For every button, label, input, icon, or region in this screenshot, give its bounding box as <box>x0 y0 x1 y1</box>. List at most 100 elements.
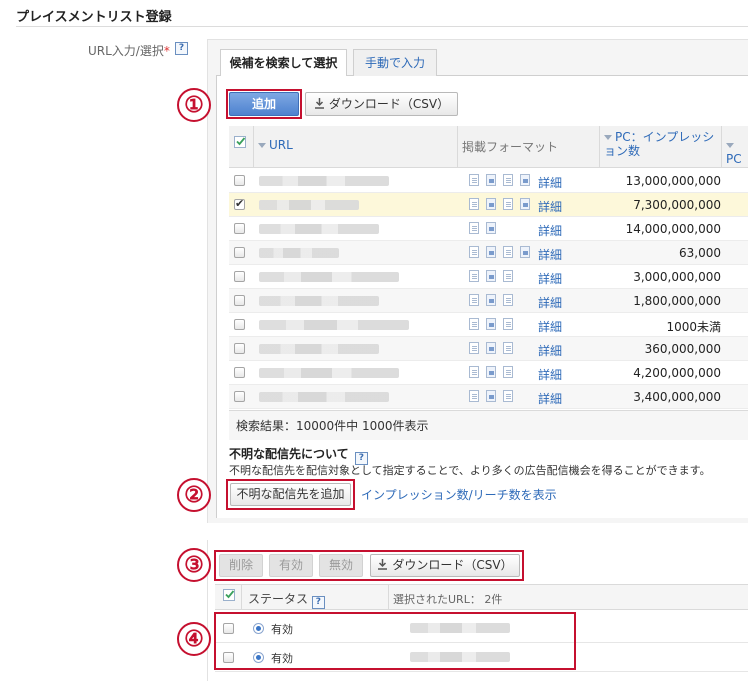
status-column-label: ステータス <box>248 592 309 606</box>
sort-icon <box>604 135 612 140</box>
format-icon <box>469 390 479 402</box>
enable-button[interactable]: 有効 <box>269 554 313 577</box>
format-icon <box>469 318 479 330</box>
impressions-value: 1000未満 <box>666 320 721 334</box>
column-pc-impressions[interactable]: PC：インプレッシ ョン数 <box>604 130 714 158</box>
row-checkbox[interactable] <box>234 197 245 210</box>
annotation-number-4: ④ <box>177 622 211 656</box>
format-icon <box>520 174 530 186</box>
column-pc-impressions-line2: ョン数 <box>604 144 641 158</box>
page-title: プレイスメントリスト登録 <box>16 10 172 25</box>
format-icon <box>486 390 496 402</box>
table-row[interactable]: 詳細 360,000,000 <box>229 337 748 361</box>
row-checkbox[interactable] <box>234 247 245 258</box>
table-row[interactable]: 詳細 4,200,000,000 <box>229 361 748 385</box>
help-icon[interactable]: ? <box>311 596 325 609</box>
format-icon <box>503 174 513 186</box>
detail-link[interactable]: 詳細 <box>538 246 562 263</box>
detail-link[interactable]: 詳細 <box>538 294 562 311</box>
download-csv-label: ダウンロード（CSV） <box>328 97 450 111</box>
title-divider <box>16 26 748 27</box>
add-unknown-placements-button[interactable]: 不明な配信先を追加 <box>230 483 351 506</box>
annotation-number-1: ① <box>177 88 211 122</box>
row-checkbox[interactable] <box>234 343 245 354</box>
table-row[interactable]: 詳細 7,300,000,000 <box>229 193 748 217</box>
column-format: 掲載フォーマット <box>462 140 559 154</box>
url-redacted <box>259 272 399 282</box>
annotation-number-3: ③ <box>177 548 211 582</box>
detail-link[interactable]: 詳細 <box>538 318 562 335</box>
detail-link[interactable]: 詳細 <box>538 270 562 287</box>
help-icon[interactable]: ? <box>175 42 188 55</box>
show-impressions-reach-link[interactable]: インプレッション数/リーチ数を表示 <box>361 486 557 503</box>
download-icon <box>377 559 388 570</box>
selected-download-csv-label: ダウンロード（CSV） <box>392 558 513 572</box>
format-icon <box>503 390 513 402</box>
impressions-value: 3,000,000,000 <box>633 270 721 284</box>
table-row[interactable]: 詳細 3,000,000,000 <box>229 265 748 289</box>
url-redacted <box>259 176 389 186</box>
impressions-value: 4,200,000,000 <box>633 366 721 380</box>
selected-download-csv-button[interactable]: ダウンロード（CSV） <box>370 554 520 577</box>
table-row[interactable]: 詳細 1000未満 <box>229 313 748 337</box>
status-column: ステータス ? <box>248 590 325 609</box>
detail-link[interactable]: 詳細 <box>538 390 562 407</box>
header-separator <box>388 585 389 610</box>
table-row[interactable]: 詳細 1,800,000,000 <box>229 289 748 313</box>
tab-search-select[interactable]: 候補を検索して選択 <box>220 49 347 76</box>
column-pc-next-label: PC <box>726 152 742 166</box>
format-icon <box>469 246 479 258</box>
detail-link[interactable]: 詳細 <box>538 366 562 383</box>
row-checkbox[interactable] <box>234 295 245 306</box>
annotation-number-2: ② <box>177 478 211 512</box>
add-button[interactable]: 追加 <box>229 92 299 116</box>
unknown-placements-title: 不明な配信先について ? <box>229 445 368 465</box>
header-separator <box>599 126 600 168</box>
row-checkbox[interactable] <box>234 175 245 186</box>
table-row[interactable]: 詳細 14,000,000,000 <box>229 217 748 241</box>
disable-button[interactable]: 無効 <box>319 554 363 577</box>
url-redacted <box>259 200 359 210</box>
format-icon <box>486 342 496 354</box>
column-url[interactable]: URL <box>258 138 293 152</box>
row-checkbox[interactable] <box>234 271 245 282</box>
row-checkbox[interactable] <box>234 367 245 378</box>
header-separator <box>457 126 458 168</box>
row-checkbox[interactable] <box>234 319 245 330</box>
format-icon <box>486 222 496 234</box>
impressions-value: 13,000,000,000 <box>625 174 721 188</box>
column-pc-next[interactable]: PC <box>726 138 748 166</box>
impressions-value: 1,800,000,000 <box>633 294 721 308</box>
annotation-box-4 <box>214 612 576 670</box>
url-redacted <box>259 296 379 306</box>
url-field-label: URL入力/選択* <box>88 42 170 59</box>
selected-url-count: 選択されたURL： 2件 <box>393 593 503 606</box>
select-all-checkbox[interactable] <box>234 136 246 148</box>
header-separator <box>241 585 242 610</box>
unknown-placements-description: 不明な配信先を配信対象として指定することで、より多くの広告配信機会を得ることがで… <box>229 464 711 477</box>
column-pc-impressions-line1: PC：インプレッシ <box>615 130 715 144</box>
header-separator <box>721 126 722 168</box>
table-row[interactable]: 詳細 63,000 <box>229 241 748 265</box>
format-icon <box>486 294 496 306</box>
format-icon <box>520 246 530 258</box>
url-field-label-text: URL入力/選択 <box>88 44 164 58</box>
tab-manual-input[interactable]: 手動で入力 <box>353 49 437 76</box>
url-redacted <box>259 392 389 402</box>
header-separator <box>253 126 254 168</box>
detail-link[interactable]: 詳細 <box>538 174 562 191</box>
table-row[interactable]: 詳細 3,400,000,000 <box>229 385 748 409</box>
row-checkbox[interactable] <box>234 391 245 402</box>
detail-link[interactable]: 詳細 <box>538 342 562 359</box>
detail-link[interactable]: 詳細 <box>538 198 562 215</box>
row-checkbox[interactable] <box>234 223 245 234</box>
table-row[interactable]: 詳細 13,000,000,000 <box>229 169 748 193</box>
check-icon <box>225 590 235 599</box>
detail-link[interactable]: 詳細 <box>538 222 562 239</box>
download-csv-button[interactable]: ダウンロード（CSV） <box>305 92 458 116</box>
delete-button[interactable]: 削除 <box>219 554 263 577</box>
format-icon <box>486 318 496 330</box>
selected-select-all-checkbox[interactable] <box>223 589 235 601</box>
impressions-value: 360,000,000 <box>644 342 721 356</box>
url-redacted <box>259 344 379 354</box>
